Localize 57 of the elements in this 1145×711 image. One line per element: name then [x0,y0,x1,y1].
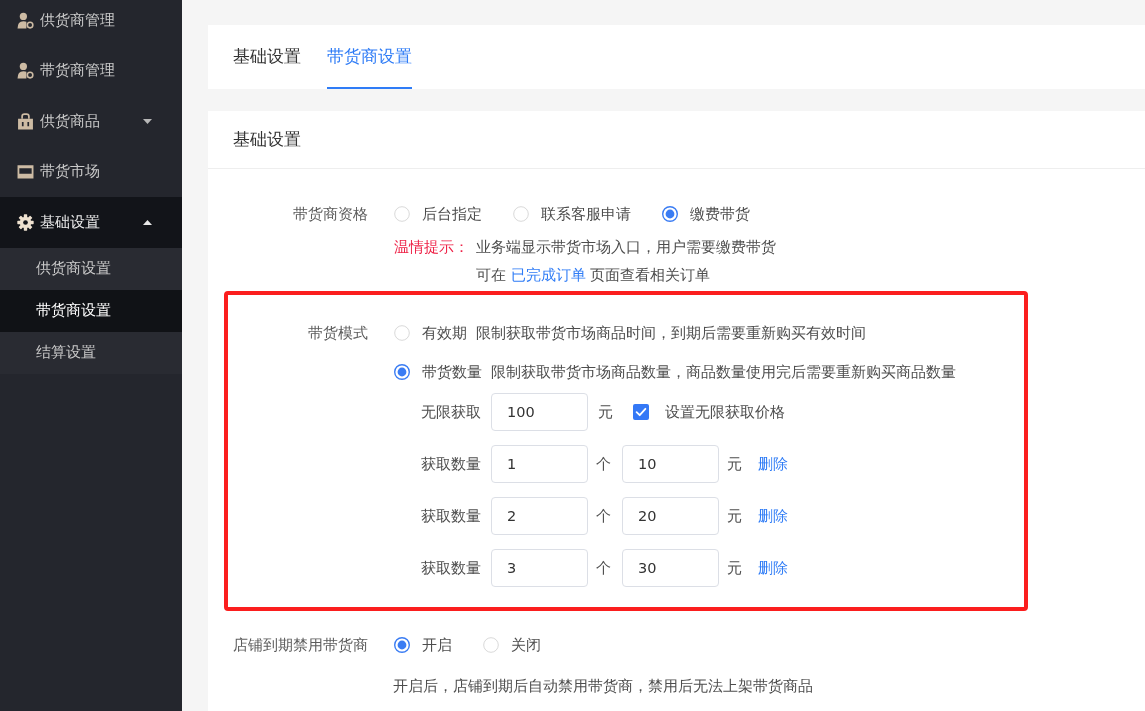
field-label: 获取数量 [421,558,481,578]
sidebar-item[interactable]: 供货商管理 [0,0,182,46]
input-field[interactable]: 2 [491,497,588,535]
sidebar-item[interactable]: 基础设置 [0,197,182,248]
card-title: 基础设置 [208,111,1145,169]
tab[interactable]: 带货商设置 [327,25,412,89]
input-field[interactable]: 30 [622,549,719,587]
field-label: 店铺到期禁用带货商 [232,636,368,655]
sidebar-item[interactable]: 带货商管理 [0,45,182,96]
field-label: 带货商资格 [292,205,368,224]
unit-label: 元 [727,506,742,526]
tip-label: 温情提示： [394,238,469,257]
user-icon [17,62,34,80]
sidebar-item[interactable]: 供货商品 [0,96,182,147]
help-text: 开启后，店铺到期后自动禁用带货商，禁用后无法上架带货商品 [393,677,814,696]
unit-label: 元 [598,402,613,422]
radio-option[interactable]: 联系客服申请 [513,203,631,225]
completed-orders-link[interactable]: 已完成订单 [510,267,586,283]
unit-label: 元 [727,454,742,474]
sidebar-item[interactable]: 带货市场 [0,146,182,197]
field-label: 无限获取 [421,402,481,422]
field-label: 获取数量 [421,454,481,474]
sidebar-subitem[interactable]: 带货商设置 [0,289,182,332]
input-field[interactable]: 20 [622,497,719,535]
tip-text: 可在 已完成订单 页面查看相关订单 [476,266,712,285]
caret-icon [143,219,152,225]
option-description: 限制获取带货市场商品时间，到期后需要重新购买有效时间 [476,324,866,343]
option-description: 限制获取带货市场商品数量，商品数量使用完后需要重新购买商品数量 [491,363,956,382]
radio-option[interactable]: 后台指定 [394,203,482,225]
delete-link[interactable]: 删除 [758,506,788,526]
radio-option[interactable]: 有效期 [394,322,467,344]
tip-text: 业务端显示带货市场入口，用户需要缴费带货 [476,238,776,257]
radio-option[interactable]: 关闭 [483,634,541,656]
sidebar-subitem[interactable]: 供货商设置 [0,247,182,290]
gear-icon [17,213,34,231]
unit-label: 个 [596,558,611,578]
delete-link[interactable]: 删除 [758,558,788,578]
unit-label: 个 [596,454,611,474]
tab[interactable]: 基础设置 [233,25,301,89]
field-label: 带货模式 [307,324,368,343]
user-icon [17,11,34,29]
caret-icon [143,118,152,124]
input-field[interactable]: 10 [622,445,719,483]
radio-option[interactable]: 带货数量 [394,361,482,383]
unit-label: 元 [727,558,742,578]
input-field[interactable]: 100 [491,393,588,431]
radio-option[interactable]: 开启 [394,634,452,656]
unit-label: 个 [596,506,611,526]
field-label: 获取数量 [421,506,481,526]
radio-option[interactable]: 缴费带货 [662,203,750,225]
sidebar-subitem[interactable]: 结算设置 [0,331,182,374]
delete-link[interactable]: 删除 [758,454,788,474]
tray-icon [17,163,34,181]
input-field[interactable]: 1 [491,445,588,483]
bag-icon [17,112,34,130]
checkbox-option[interactable]: 设置无限获取价格 [633,402,785,422]
input-field[interactable]: 3 [491,549,588,587]
